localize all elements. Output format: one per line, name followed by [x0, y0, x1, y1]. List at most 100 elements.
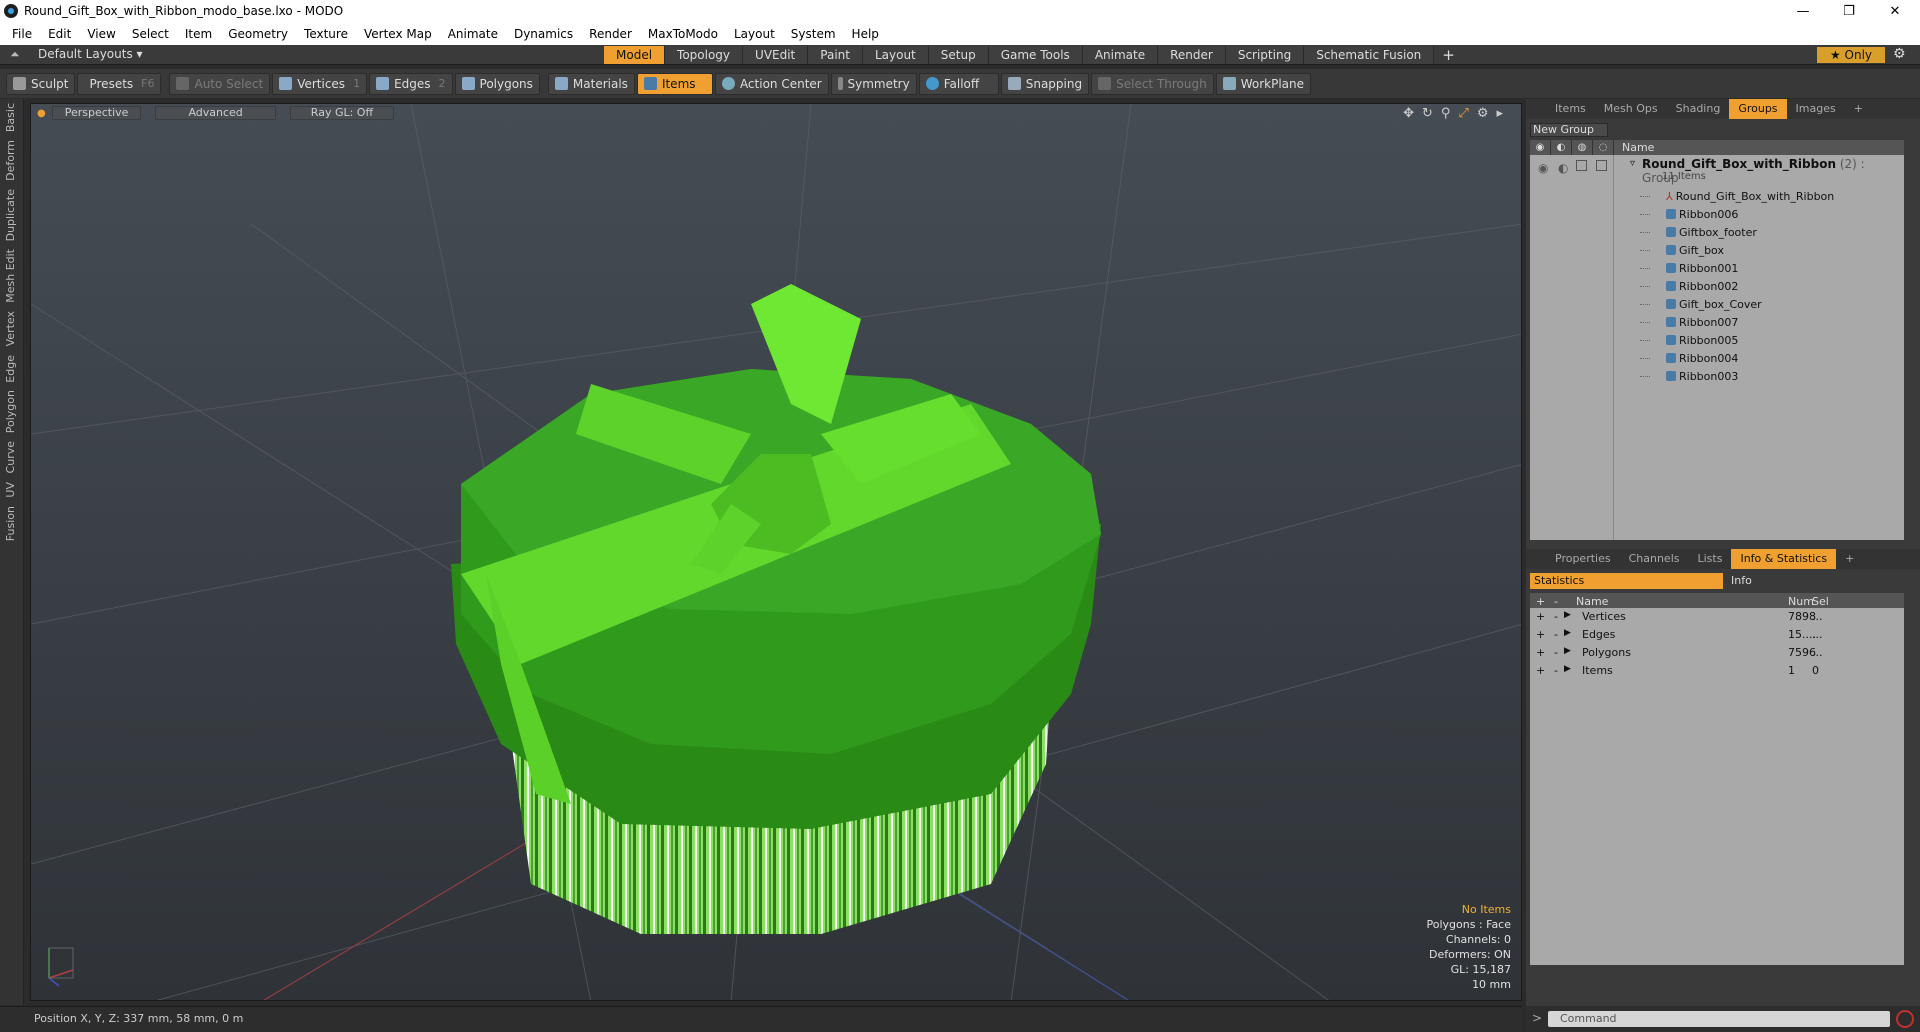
eye-icon[interactable]: ◉	[1538, 161, 1548, 175]
menu-system[interactable]: System	[783, 27, 844, 41]
rotate-icon[interactable]: ↻	[1422, 106, 1433, 121]
fit-icon[interactable]: ⤢	[1458, 106, 1468, 121]
add-tab-icon[interactable]: +	[1434, 46, 1463, 64]
menu-layout[interactable]: Layout	[726, 27, 783, 41]
add-panel-tab-icon[interactable]: +	[1836, 549, 1863, 569]
command-input[interactable]: Command	[1548, 1011, 1890, 1027]
remove-icon[interactable]: -	[1554, 646, 1558, 659]
tab-setup[interactable]: Setup	[928, 46, 989, 64]
tab-game-tools[interactable]: Game Tools	[988, 46, 1083, 64]
left-tab-duplicate[interactable]: Duplicate	[4, 185, 17, 245]
pan-icon[interactable]: ✥	[1403, 106, 1414, 121]
expand-icon[interactable]: ▶	[1564, 628, 1571, 638]
collapse-all-icon[interactable]: -	[1554, 595, 1558, 608]
left-tab-polygon[interactable]: Polygon	[4, 386, 17, 437]
menu-dynamics[interactable]: Dynamics	[506, 27, 581, 41]
info-tab[interactable]: Info	[1723, 573, 1752, 589]
add-icon[interactable]: +	[1536, 628, 1545, 641]
select-column-icon[interactable]: ◌	[1593, 140, 1614, 155]
table-row[interactable]: + - ▶ Vertices 7898 ...	[1530, 608, 1904, 626]
tab-images[interactable]: Images	[1787, 99, 1845, 119]
new-group-button[interactable]: New Group	[1530, 123, 1608, 137]
tab-topology[interactable]: Topology	[665, 46, 744, 64]
select-through-button[interactable]: Select Through	[1091, 72, 1214, 95]
left-tab-curve[interactable]: Curve	[4, 437, 17, 477]
statistics-tab[interactable]: Statistics	[1530, 573, 1723, 589]
remove-icon[interactable]: -	[1554, 610, 1558, 623]
lock-column-icon[interactable]: ◍	[1572, 140, 1593, 155]
close-icon[interactable]: ✕	[1872, 0, 1918, 22]
remove-icon[interactable]: -	[1554, 628, 1558, 641]
render-toggle-icon[interactable]: ◐	[1558, 161, 1568, 175]
vertices-button[interactable]: Vertices 1	[272, 72, 368, 95]
symmetry-button[interactable]: Symmetry	[830, 72, 917, 95]
table-row[interactable]: + - ▶ Polygons 7596 ...	[1530, 644, 1904, 662]
falloff-button[interactable]: Falloff	[918, 72, 999, 95]
left-tab-uv[interactable]: UV	[4, 478, 17, 502]
tab-animate[interactable]: Animate	[1082, 46, 1159, 64]
presets-button[interactable]: Presets F6	[77, 72, 162, 95]
tab-model[interactable]: Model	[604, 46, 666, 64]
render-column-icon[interactable]: ◐	[1551, 140, 1572, 155]
raygl-dropdown[interactable]: Ray GL: Off	[289, 106, 395, 120]
tab-info-statistics[interactable]: Info & Statistics	[1731, 549, 1837, 569]
left-tab-edge[interactable]: Edge	[4, 351, 17, 387]
gear-icon[interactable]: ⚙	[1893, 46, 1906, 62]
group-row[interactable]: ◉ ◐ ▿ Round_Gift_Box_with_Ribbon (2) : G…	[1530, 155, 1904, 187]
tab-layout[interactable]: Layout	[862, 46, 929, 64]
layout-collapse-icon[interactable]: ⏶	[10, 47, 20, 62]
viewport-settings-icon[interactable]: ⚙	[1477, 106, 1489, 121]
polygons-button[interactable]: Polygons	[454, 72, 540, 95]
tab-lists[interactable]: Lists	[1689, 549, 1732, 569]
default-layouts-dropdown[interactable]: Default Layouts ▾	[38, 47, 143, 61]
left-tab-deform[interactable]: Deform	[4, 136, 17, 185]
record-macro-icon[interactable]	[1896, 1010, 1914, 1028]
only-button[interactable]: ★ Only	[1817, 47, 1885, 63]
snapping-button[interactable]: Snapping	[1000, 72, 1090, 95]
edges-button[interactable]: Edges 2	[369, 72, 453, 95]
action-center-button[interactable]: Action Center	[714, 72, 829, 95]
left-tab-mesh-edit[interactable]: Mesh Edit	[4, 245, 17, 307]
group-collapse-icon[interactable]: ▿	[1630, 158, 1635, 169]
menu-geometry[interactable]: Geometry	[220, 27, 296, 41]
minimize-icon[interactable]: —	[1780, 0, 1826, 22]
tab-render[interactable]: Render	[1158, 46, 1226, 64]
group-item[interactable]: Ribbon005	[1530, 331, 1904, 349]
items-button[interactable]: Items	[636, 72, 713, 95]
group-item[interactable]: Ribbon001	[1530, 259, 1904, 277]
tab-properties[interactable]: Properties	[1546, 549, 1620, 569]
menu-item[interactable]: Item	[177, 27, 220, 41]
auto-select-button[interactable]: Auto Select	[169, 72, 271, 95]
menu-help[interactable]: Help	[844, 27, 887, 41]
menu-vertex-map[interactable]: Vertex Map	[356, 27, 440, 41]
menu-render[interactable]: Render	[581, 27, 640, 41]
group-item[interactable]: Gift_box	[1530, 241, 1904, 259]
add-icon[interactable]: +	[1536, 646, 1545, 659]
tab-items[interactable]: Items	[1546, 99, 1595, 119]
left-tab-fusion[interactable]: Fusion	[4, 502, 17, 545]
table-row[interactable]: + - ▶ Items 1 0	[1530, 662, 1904, 680]
group-item[interactable]: Ribbon007	[1530, 313, 1904, 331]
expand-icon[interactable]: ▶	[1564, 646, 1571, 656]
group-item[interactable]: Ribbon004	[1530, 349, 1904, 367]
tab-paint[interactable]: Paint	[808, 46, 863, 64]
3d-viewport[interactable]: ● Perspective Advanced Ray GL: Off ✥ ↻ ⚲…	[30, 103, 1522, 1001]
menu-maxtomodo[interactable]: MaxToModo	[640, 27, 726, 41]
perspective-dropdown[interactable]: Perspective	[51, 106, 142, 120]
menu-file[interactable]: File	[4, 27, 40, 41]
add-panel-tab-icon[interactable]: +	[1845, 99, 1872, 119]
viewport-expand-icon[interactable]: ▸	[1496, 106, 1503, 121]
tab-shading[interactable]: Shading	[1667, 99, 1730, 119]
materials-button[interactable]: Materials	[547, 72, 635, 95]
add-icon[interactable]: +	[1536, 610, 1545, 623]
visibility-column-icon[interactable]: ◉	[1530, 140, 1551, 155]
remove-icon[interactable]: -	[1554, 664, 1558, 677]
viewport-menu-icon[interactable]: ●	[37, 108, 46, 119]
menu-select[interactable]: Select	[124, 27, 177, 41]
table-row[interactable]: + - ▶ Edges 15.... ...	[1530, 626, 1904, 644]
group-item[interactable]: Ribbon006	[1530, 205, 1904, 223]
menu-animate[interactable]: Animate	[440, 27, 506, 41]
menu-view[interactable]: View	[79, 27, 123, 41]
group-item[interactable]: Ribbon002	[1530, 277, 1904, 295]
tab-channels[interactable]: Channels	[1620, 549, 1689, 569]
